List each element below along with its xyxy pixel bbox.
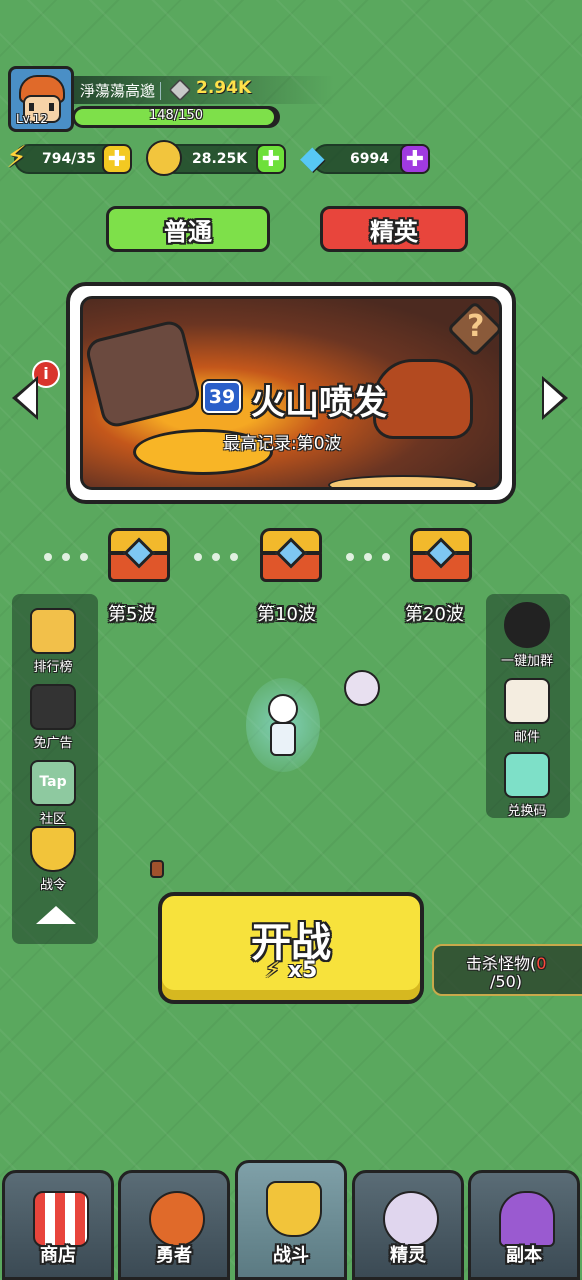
add-gems-button[interactable]: ✚ — [400, 144, 430, 174]
add-gold-button[interactable]: ✚ — [256, 144, 286, 174]
nav-dungeon-tab[interactable]: 副本 — [468, 1170, 580, 1280]
leaderboard-button[interactable]: 排行榜 — [18, 608, 88, 675]
stump — [150, 860, 164, 878]
dragon-monster — [373, 359, 473, 439]
player-level: Lv.12 — [16, 112, 48, 126]
crossed-swords-icon — [266, 1181, 322, 1237]
progress-dot — [80, 553, 88, 561]
mail-button[interactable]: 邮件 — [492, 678, 562, 745]
progress-dot — [382, 553, 390, 561]
dungeon-door-icon — [499, 1191, 555, 1247]
redeem-code-button[interactable]: 兑换码 — [492, 752, 562, 819]
progress-dot — [346, 553, 354, 561]
chest-icon[interactable] — [108, 528, 170, 582]
elite-mode-button[interactable]: 精英 — [320, 206, 468, 252]
chest-icon[interactable] — [410, 528, 472, 582]
prev-stage-arrow[interactable] — [12, 374, 48, 424]
tap-icon: Tap — [30, 760, 76, 806]
best-record: 最高记录:第0波 — [223, 434, 342, 454]
stage-number: 39 — [203, 381, 241, 413]
leaderboard-label: 排行榜 — [33, 660, 73, 675]
chest-icon[interactable] — [260, 528, 322, 582]
redeem-code-label: 兑换码 — [507, 804, 547, 819]
battle-pass-button[interactable]: 战令 — [18, 826, 88, 893]
stage-image: 39 火山喷发 最高记录:第0波 ? — [80, 296, 502, 490]
nav-battle-label: 战斗 — [273, 1245, 309, 1266]
divider — [160, 82, 161, 100]
film-icon — [30, 684, 76, 730]
shield-icon — [30, 826, 76, 872]
energy-value: 794/35 — [42, 151, 96, 167]
sand-patch — [328, 475, 478, 487]
kill-task-text: 击杀怪物(0 — [466, 950, 546, 974]
battle-pass-label: 战令 — [39, 878, 66, 893]
spirit-icon — [383, 1191, 439, 1247]
nav-spirit-tab[interactable]: 精灵 — [352, 1170, 464, 1280]
wave-5-label: 第5波 — [108, 604, 156, 625]
trophy-banner-icon — [30, 608, 76, 654]
nav-spirit-label: 精灵 — [390, 1245, 426, 1266]
progress-dot — [230, 553, 238, 561]
nav-shop-tab[interactable]: 商店 — [2, 1170, 114, 1280]
nav-hero-tab[interactable]: 勇者 — [118, 1170, 230, 1280]
gold-value: 28.25K — [192, 151, 248, 167]
xp-text: 148/150 — [148, 108, 203, 123]
kill-task-suffix: /50) — [490, 972, 522, 991]
start-cost: ⚡ x5 — [162, 958, 420, 983]
gem-icon: ◆ — [300, 138, 325, 176]
join-group-label: 一键加群 — [500, 654, 553, 669]
hero-character — [246, 678, 320, 772]
energy-icon: ⚡ — [6, 140, 28, 175]
kill-task-count: 0 — [536, 954, 547, 973]
rock-shape — [83, 318, 203, 430]
progress-dot — [212, 553, 220, 561]
nav-shop-label: 商店 — [40, 1245, 76, 1266]
kill-task-prefix: 击杀怪物( — [466, 954, 537, 973]
normal-mode-button[interactable]: 普通 — [106, 206, 270, 252]
gold-icon — [146, 140, 182, 176]
energy-icon: ⚡ — [264, 958, 281, 983]
add-energy-button[interactable]: ✚ — [102, 144, 132, 174]
penguin-icon — [504, 602, 550, 648]
progress-dot — [62, 553, 70, 561]
stage-name: 火山喷发 — [251, 383, 387, 423]
start-cost-value: x5 — [287, 958, 318, 983]
no-ads-label: 免广告 — [33, 736, 73, 751]
mail-icon — [504, 678, 550, 724]
kill-task-panel[interactable]: 击杀怪物(0 /50) — [432, 944, 582, 996]
stage-card[interactable]: 39 火山喷发 最高记录:第0波 ? — [66, 282, 516, 504]
start-battle-button[interactable]: 开战 ⚡ x5 — [158, 892, 424, 1004]
community-button[interactable]: Tap 社区 — [18, 760, 88, 827]
no-ads-button[interactable]: 免广告 — [18, 684, 88, 751]
next-stage-arrow[interactable] — [536, 374, 572, 424]
nav-hero-label: 勇者 — [156, 1245, 192, 1266]
wave-20-label: 第20波 — [405, 604, 464, 625]
gem-value: 6994 — [350, 151, 389, 167]
wave-10-label: 第10波 — [257, 604, 316, 625]
community-label: 社区 — [39, 812, 66, 827]
power-value: 2.94K — [196, 78, 252, 98]
shop-icon — [33, 1191, 89, 1247]
mail-label: 邮件 — [513, 730, 540, 745]
progress-dot — [194, 553, 202, 561]
pet-companion — [344, 670, 380, 706]
hero-icon — [149, 1191, 205, 1247]
ticket-icon — [504, 752, 550, 798]
nav-dungeon-label: 副本 — [506, 1245, 542, 1266]
nav-battle-tab[interactable]: 战斗 — [235, 1160, 347, 1280]
join-group-button[interactable]: 一键加群 — [492, 602, 562, 669]
progress-dot — [44, 553, 52, 561]
progress-dot — [364, 553, 372, 561]
collapse-up-icon[interactable] — [36, 900, 76, 930]
player-name: 淨蕩蕩高邈 — [80, 82, 156, 100]
help-question-mark: ? — [467, 309, 485, 344]
